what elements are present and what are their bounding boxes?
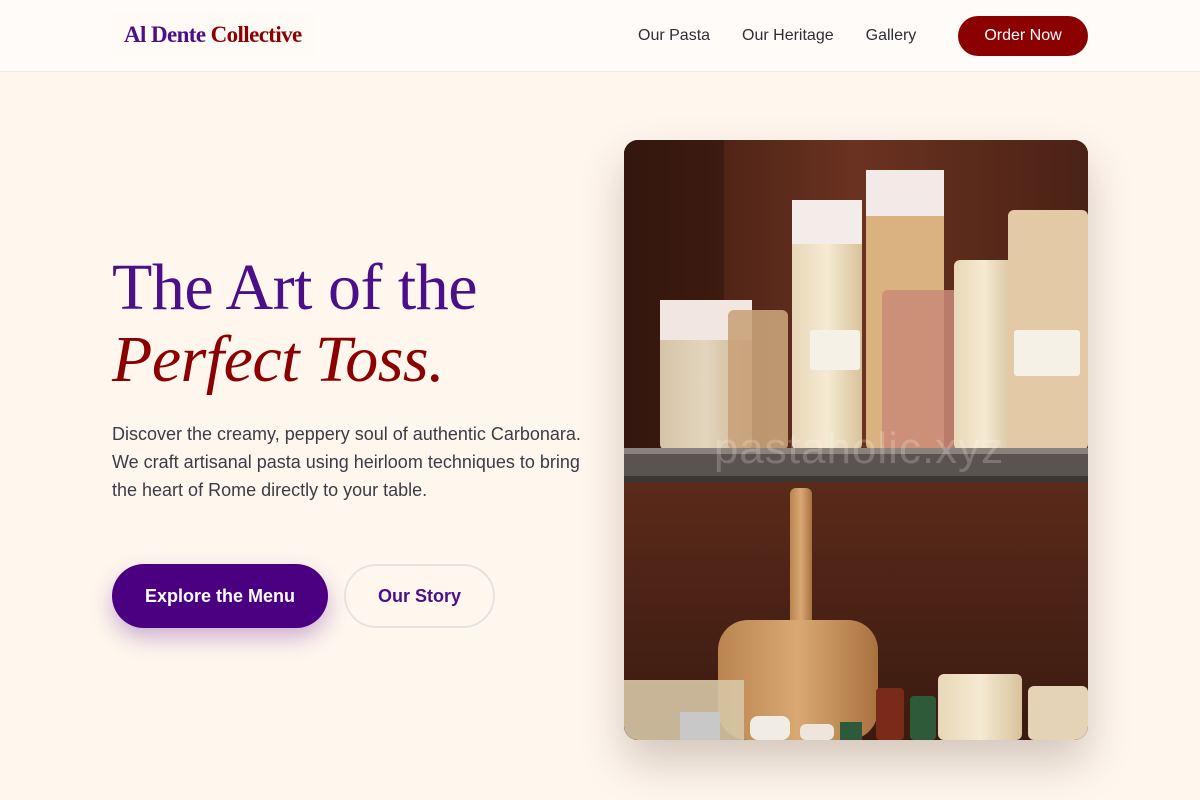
explore-menu-button[interactable]: Explore the Menu xyxy=(112,564,328,628)
hero-image: pastaholic.xyz xyxy=(624,140,1088,740)
hero-title-line2: Perfect Toss. xyxy=(112,323,445,396)
nav-link-our-pasta[interactable]: Our Pasta xyxy=(638,27,710,45)
logo-text-secondary: Collective xyxy=(210,22,303,47)
hero-title-line1: The Art of the xyxy=(112,251,478,324)
hero-description: Discover the creamy, peppery soul of aut… xyxy=(112,424,581,500)
hero-title: The Art of the Perfect Toss. xyxy=(112,252,582,396)
our-story-button[interactable]: Our Story xyxy=(344,564,495,628)
site-logo[interactable]: Al Dente Collective xyxy=(112,14,314,56)
nav-link-gallery[interactable]: Gallery xyxy=(866,27,917,45)
order-now-button[interactable]: Order Now xyxy=(958,16,1088,56)
pasta-shelf-illustration xyxy=(624,140,1088,740)
site-header: Al Dente Collective Our Pasta Our Herita… xyxy=(0,0,1200,72)
logo-text-primary: Al Dente xyxy=(124,22,206,47)
main-nav: Our Pasta Our Heritage Gallery xyxy=(638,16,916,56)
nav-link-our-heritage[interactable]: Our Heritage xyxy=(742,27,834,45)
